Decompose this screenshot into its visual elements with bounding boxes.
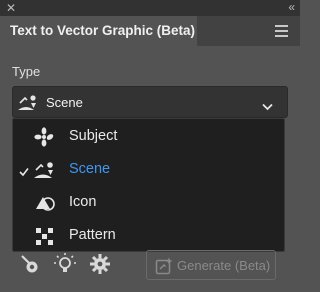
close-icon[interactable]: ✕: [6, 1, 16, 15]
type-dropdown-menu: Subject Scene Icon Pattern: [12, 118, 285, 252]
dropdown-option-icon[interactable]: Icon: [13, 187, 284, 220]
subject-icon: [33, 125, 55, 154]
panel-title-tab[interactable]: Text to Vector Graphic (Beta): [0, 16, 197, 46]
pattern-icon: [33, 224, 57, 253]
text-to-vector-panel: ✕ « Text to Vector Graphic (Beta) Type S…: [0, 0, 300, 292]
dropdown-option-label: Subject: [69, 128, 118, 144]
dropdown-option-label: Scene: [69, 161, 111, 177]
generate-button[interactable]: Generate (Beta): [146, 250, 276, 280]
dropdown-option-label: Pattern: [69, 227, 116, 243]
dropdown-option-label: Icon: [69, 194, 97, 210]
icon-type-icon: [33, 191, 57, 220]
dropdown-option-subject[interactable]: Subject: [13, 121, 284, 154]
type-label: Type: [12, 64, 41, 79]
hamburger-menu-icon[interactable]: [275, 25, 288, 37]
dropdown-option-pattern[interactable]: Pattern: [13, 220, 284, 253]
collapse-icon[interactable]: «: [288, 0, 295, 14]
checkmark-icon: [19, 164, 29, 182]
panel-header: Text to Vector Graphic (Beta): [0, 16, 300, 46]
panel-chrome-bar: ✕ «: [0, 0, 300, 16]
sample-style-icon[interactable]: [18, 252, 42, 281]
lightbulb-icon[interactable]: [53, 252, 77, 281]
settings-gear-icon[interactable]: [88, 252, 112, 281]
generate-button-label: Generate (Beta): [177, 258, 271, 273]
scene-icon: [33, 158, 57, 185]
generate-icon: [155, 257, 173, 280]
type-select-value: Scene: [46, 95, 83, 110]
type-select[interactable]: Scene: [12, 86, 288, 118]
scene-icon: [17, 92, 39, 117]
chevron-down-icon: [262, 98, 273, 116]
dropdown-option-scene[interactable]: Scene: [13, 154, 284, 187]
